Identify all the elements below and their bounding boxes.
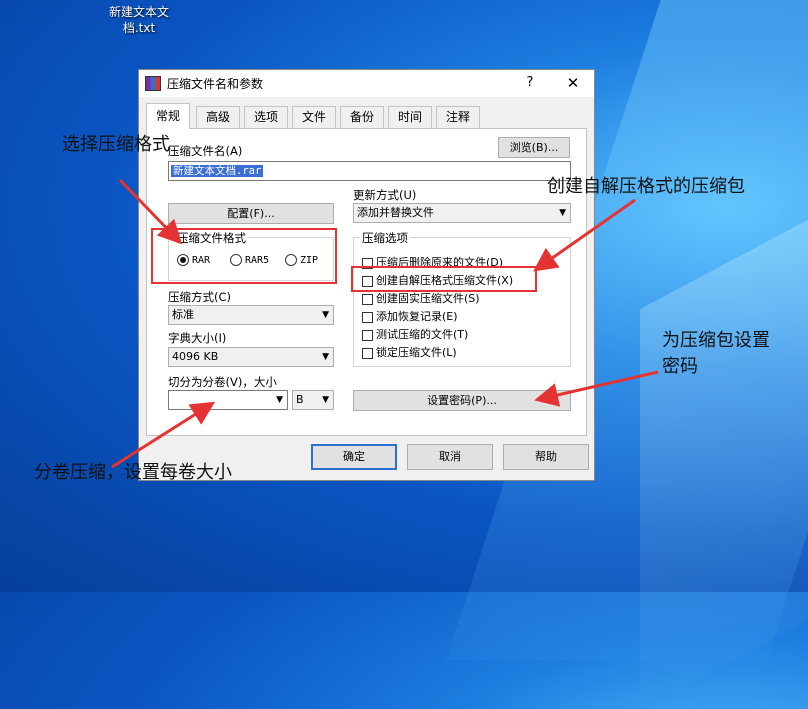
arrow-format xyxy=(118,178,183,245)
tab-general[interactable]: 常规 xyxy=(146,103,191,129)
arrow-split xyxy=(111,401,216,469)
arrow-password xyxy=(534,370,659,407)
arrow-sfx xyxy=(533,198,636,272)
annotation-arrows xyxy=(111,178,659,469)
